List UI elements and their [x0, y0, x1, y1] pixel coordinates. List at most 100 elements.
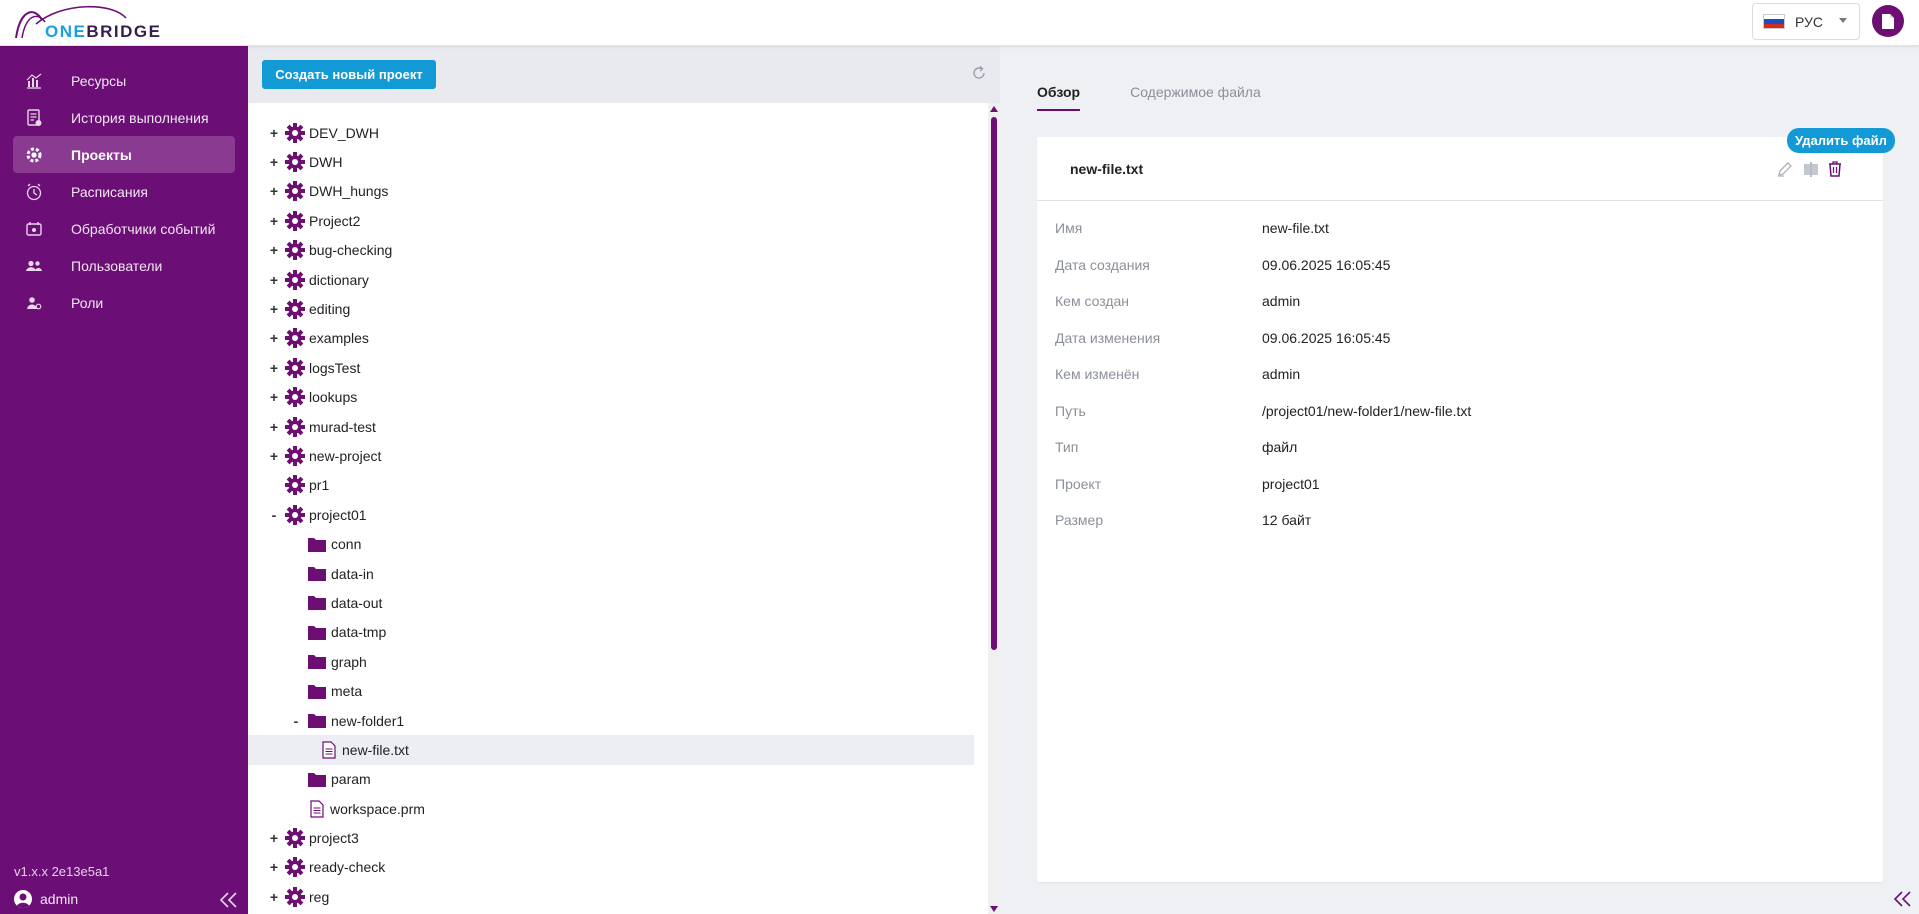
- expand-toggle[interactable]: +: [268, 859, 280, 875]
- refresh-icon[interactable]: [970, 64, 988, 82]
- project-gear-icon: [284, 269, 306, 291]
- sidebar-item-0[interactable]: Ресурсы: [13, 62, 235, 99]
- property-value: project01: [1262, 475, 1320, 492]
- sidebar-item-label: Роли: [71, 294, 104, 311]
- project-gear-icon: [284, 386, 306, 408]
- property-value: 12 байт: [1262, 512, 1312, 529]
- scroll-up-icon[interactable]: [990, 106, 998, 112]
- property-key: Тип: [1055, 439, 1079, 456]
- property-row: Тип файл: [1055, 429, 1471, 466]
- tree-node-project[interactable]: - project01: [248, 500, 988, 529]
- property-row: Размер 12 байт: [1055, 502, 1471, 539]
- expand-toggle[interactable]: +: [268, 830, 280, 846]
- logo[interactable]: ONEBRIDGE: [12, 4, 162, 42]
- tree-node-label: DEV_DWH: [309, 124, 380, 141]
- tree-node-project[interactable]: + logsTest: [248, 353, 988, 382]
- project-gear-icon: [284, 298, 306, 320]
- history-icon: [23, 107, 45, 129]
- scroll-thumb[interactable]: [991, 117, 997, 650]
- tree-node-project[interactable]: + editing: [248, 294, 988, 323]
- user-avatar-icon: [14, 890, 32, 908]
- tree-node-project[interactable]: + project3: [248, 823, 988, 852]
- collapse-toggle[interactable]: -: [290, 713, 302, 729]
- scroll-down-icon[interactable]: [990, 906, 998, 912]
- expand-toggle[interactable]: +: [268, 301, 280, 317]
- tree-node-folder[interactable]: graph: [248, 647, 988, 676]
- folder-icon: [308, 772, 326, 787]
- folder-icon: [308, 566, 326, 582]
- create-project-button[interactable]: Создать новый проект: [262, 60, 436, 89]
- expand-toggle[interactable]: +: [268, 889, 280, 905]
- edit-icon[interactable]: [1775, 159, 1795, 179]
- expand-toggle[interactable]: +: [268, 448, 280, 464]
- tree-node-project[interactable]: + bug-checking: [248, 236, 988, 265]
- sidebar-item-label: Ресурсы: [71, 72, 127, 89]
- sidebar-item-5[interactable]: Пользователи: [13, 247, 235, 284]
- sidebar-item-3[interactable]: Расписания: [13, 173, 235, 210]
- sidebar-item-label: Пользователи: [71, 257, 163, 274]
- language-select[interactable]: РУС: [1752, 3, 1860, 40]
- expand-toggle[interactable]: +: [268, 125, 280, 141]
- sidebar-item-label: Расписания: [71, 183, 148, 200]
- tree-node-project[interactable]: + lookups: [248, 383, 988, 412]
- tree-node-folder[interactable]: - new-folder1: [248, 706, 988, 735]
- expand-toggle[interactable]: +: [268, 183, 280, 199]
- tree-node-project[interactable]: + murad-test: [248, 412, 988, 441]
- tree-node-label: new-file.txt: [342, 741, 409, 758]
- tab-file-content[interactable]: Содержимое файла: [1130, 84, 1261, 111]
- tab-overview[interactable]: Обзор: [1037, 84, 1081, 111]
- sidebar-item-4[interactable]: Обработчики событий: [13, 210, 235, 247]
- move-icon[interactable]: [1801, 159, 1821, 179]
- logo-bridge: BRIDGE: [86, 22, 162, 41]
- current-user[interactable]: admin: [14, 890, 78, 908]
- expand-toggle[interactable]: +: [268, 330, 280, 346]
- tree-node-project[interactable]: + examples: [248, 324, 988, 353]
- tree-node-label: lookups: [309, 389, 358, 406]
- tree-node-project[interactable]: + reg: [248, 882, 988, 911]
- property-value: new-file.txt: [1262, 220, 1329, 237]
- tree-toolbar: Создать новый проект: [248, 46, 1000, 103]
- tree-node-folder[interactable]: param: [248, 765, 988, 794]
- tree-node-folder[interactable]: conn: [248, 529, 988, 558]
- expand-toggle[interactable]: +: [268, 272, 280, 288]
- document-button[interactable]: [1872, 5, 1904, 37]
- logo-text: ONEBRIDGE: [45, 22, 161, 42]
- collapse-panel-icon[interactable]: [1892, 888, 1914, 910]
- tree-node-project[interactable]: pr1: [248, 471, 988, 500]
- expand-toggle[interactable]: +: [268, 389, 280, 405]
- property-value: 09.06.2025 16:05:45: [1262, 256, 1391, 273]
- project-gear-icon: [284, 504, 306, 526]
- sidebar-item-2[interactable]: Проекты: [13, 136, 235, 173]
- tree-node-folder[interactable]: meta: [248, 676, 988, 705]
- tree-node-project[interactable]: + dictionary: [248, 265, 988, 294]
- file-title: new-file.txt: [1070, 161, 1144, 177]
- tree-node-project[interactable]: + DEV_DWH: [248, 118, 988, 147]
- expand-toggle[interactable]: +: [268, 419, 280, 435]
- chart-icon: [23, 70, 45, 92]
- trash-icon[interactable]: [1825, 159, 1845, 179]
- sidebar-item-1[interactable]: История выполнения: [13, 99, 235, 136]
- collapse-sidebar-icon[interactable]: [218, 889, 240, 911]
- sidebar-item-6[interactable]: Роли: [13, 284, 235, 321]
- tree-node-project[interactable]: + DWH_hungs: [248, 177, 988, 206]
- folder-icon: [308, 654, 326, 670]
- tree-node-folder[interactable]: data-tmp: [248, 618, 988, 647]
- app-version: v1.x.x 2e13e5a1: [14, 864, 110, 879]
- expand-toggle[interactable]: +: [268, 360, 280, 376]
- tree-node-folder[interactable]: data-out: [248, 588, 988, 617]
- expand-toggle[interactable]: +: [268, 242, 280, 258]
- tree-node-file[interactable]: new-file.txt: [248, 735, 974, 765]
- tree-node-project[interactable]: + new-project: [248, 441, 988, 470]
- tree-node-project[interactable]: + DWH: [248, 147, 988, 176]
- expand-toggle[interactable]: +: [268, 154, 280, 170]
- expand-toggle[interactable]: +: [268, 213, 280, 229]
- tree-node-project[interactable]: + Project2: [248, 206, 988, 235]
- tree-node-folder[interactable]: data-in: [248, 559, 988, 588]
- tree-node-label: logsTest: [309, 359, 361, 376]
- collapse-toggle[interactable]: -: [268, 507, 280, 523]
- tree-node-file[interactable]: workspace.prm: [248, 794, 988, 823]
- tree-node-project[interactable]: + ready-check: [248, 853, 988, 882]
- tree-node-label: graph: [331, 653, 367, 670]
- tree-scrollbar[interactable]: [988, 103, 1000, 914]
- property-row: Дата создания 09.06.2025 16:05:45: [1055, 247, 1471, 284]
